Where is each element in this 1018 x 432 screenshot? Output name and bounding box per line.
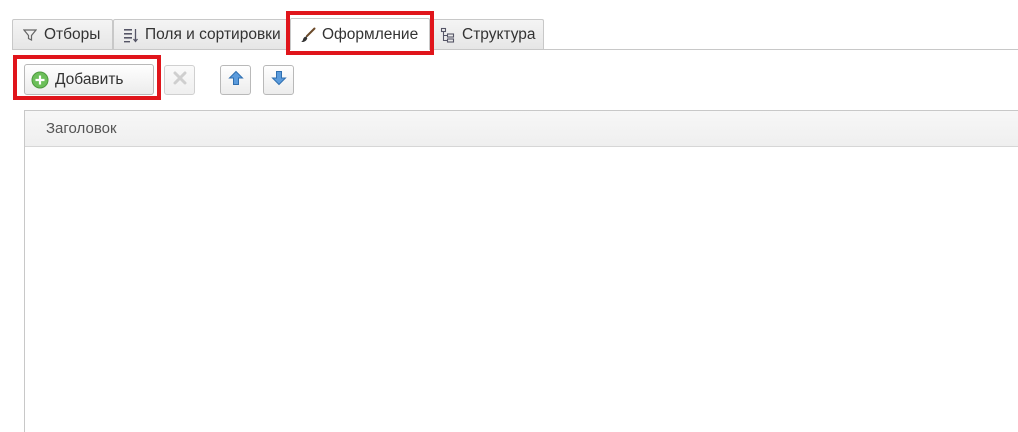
- tab-bar-divider: [12, 49, 1018, 50]
- add-button[interactable]: Добавить: [24, 64, 154, 95]
- delete-button[interactable]: [164, 65, 195, 95]
- tab-structure[interactable]: Структура: [430, 19, 544, 49]
- tab-bar: Отборы Поля и сортировки Оформление Стру…: [0, 0, 1018, 55]
- tab-label: Отборы: [44, 25, 101, 43]
- tab-label: Оформление: [322, 25, 419, 43]
- arrow-down-icon: [270, 70, 287, 90]
- fields-sort-icon: [123, 27, 139, 43]
- tab-filters[interactable]: Отборы: [12, 19, 113, 49]
- appearance-settings-panel: Отборы Поля и сортировки Оформление Стру…: [0, 0, 1018, 432]
- structure-icon: [440, 27, 456, 43]
- table-body[interactable]: [25, 147, 1018, 432]
- move-down-button[interactable]: [263, 65, 294, 95]
- filter-icon: [22, 27, 38, 43]
- move-up-button[interactable]: [220, 65, 251, 95]
- arrow-up-icon: [227, 70, 244, 90]
- add-button-label: Добавить: [55, 70, 124, 88]
- tab-label: Структура: [462, 25, 536, 43]
- delete-x-icon: [173, 71, 187, 89]
- brush-icon: [300, 27, 316, 43]
- column-header-title[interactable]: Заголовок: [46, 120, 117, 137]
- tab-appearance[interactable]: Оформление: [290, 18, 430, 50]
- table-header: Заголовок: [25, 111, 1018, 147]
- tab-fields-and-sorting[interactable]: Поля и сортировки: [113, 19, 289, 49]
- tab-label: Поля и сортировки: [145, 25, 281, 43]
- appearance-table[interactable]: Заголовок: [24, 110, 1018, 432]
- plus-circle-icon: [31, 71, 49, 89]
